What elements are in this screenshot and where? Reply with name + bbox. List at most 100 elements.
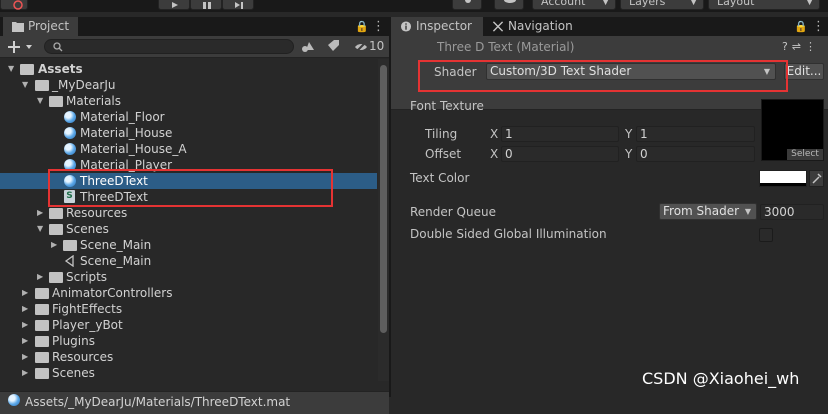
font-texture-slot[interactable]: Select [761, 99, 824, 161]
fold-arrow-right-icon[interactable]: ▶ [51, 237, 57, 253]
tree-item-label: Player_yBot [52, 318, 123, 332]
tree-item-material-player[interactable]: Material_Player [0, 157, 377, 173]
more-menu-icon[interactable]: ⋮ [805, 40, 820, 53]
search-input[interactable] [44, 39, 294, 54]
project-tree[interactable]: ▼ Assets ▼ _MyDearJu ▼ Materials Materia… [0, 59, 377, 381]
tree-item-scene-main-file[interactable]: Scene_Main [0, 253, 377, 269]
cloud-button[interactable] [494, 0, 524, 10]
collab-button[interactable] [452, 0, 482, 10]
tree-item-label: Material_House_A [80, 142, 187, 156]
tree-item-fighteffects[interactable]: ▶ FightEffects [0, 301, 377, 317]
tree-item-scripts[interactable]: ▶ Scripts [0, 269, 377, 285]
render-queue-dropdown[interactable]: From Shader ▼ [659, 203, 757, 220]
tree-item-resources-2[interactable]: ▶ Resources [0, 349, 377, 365]
account-dropdown[interactable]: Account ▼ [532, 0, 616, 10]
lock-icon[interactable]: 🔒 [355, 17, 369, 36]
fold-arrow-down-icon[interactable]: ▼ [37, 221, 43, 237]
more-menu-icon[interactable]: ⋮ [812, 17, 825, 36]
tree-item-mydearju[interactable]: ▼ _MyDearJu [0, 77, 377, 93]
text-color-field[interactable] [759, 170, 807, 187]
tree-item-resources-1[interactable]: ▶ Resources [0, 205, 377, 221]
tree-item-assets[interactable]: ▼ Assets [0, 61, 377, 77]
more-menu-icon[interactable]: ⋮ [372, 17, 385, 36]
folder-icon [35, 80, 49, 91]
tree-item-label: Scenes [66, 222, 109, 236]
folder-icon [35, 368, 49, 379]
tree-item-scene-main-folder[interactable]: ▶ Scene_Main [0, 237, 377, 253]
tree-item-threedtext-material[interactable]: ThreeDText [0, 173, 377, 189]
filter-by-type-icon[interactable] [300, 39, 316, 55]
help-icon[interactable]: ? [782, 40, 792, 53]
tree-item-scenes-2[interactable]: ▶ Scenes [0, 365, 377, 381]
offset-label: Offset [425, 147, 462, 161]
fold-arrow-right-icon[interactable]: ▶ [22, 333, 28, 349]
tree-item-material-house[interactable]: Material_House [0, 125, 377, 141]
tree-item-plugins[interactable]: ▶ Plugins [0, 333, 377, 349]
tree-item-materials[interactable]: ▼ Materials [0, 93, 377, 109]
play-icon [172, 2, 178, 8]
project-panel: Project 🔒 ⋮ 10 ▼ Assets ▼ _MyDearJu ▼ Ma… [0, 17, 389, 414]
preset-icon[interactable]: ⇌ [792, 40, 805, 53]
material-icon [64, 175, 76, 187]
tiling-y-field[interactable]: 1 [636, 126, 755, 142]
layout-dropdown[interactable]: Layout ▼ [708, 0, 820, 10]
eyedropper-icon [812, 173, 822, 184]
fold-arrow-right-icon[interactable]: ▶ [22, 349, 28, 365]
create-plus-icon[interactable] [8, 40, 38, 54]
tiling-label: Tiling [425, 127, 458, 141]
tree-item-material-house-a[interactable]: Material_House_A [0, 141, 377, 157]
tree-item-threedtext-shader[interactable]: S ThreeDText [0, 189, 377, 205]
fold-arrow-right-icon[interactable]: ▶ [22, 365, 28, 381]
fold-arrow-right-icon[interactable]: ▶ [37, 205, 43, 221]
cloud-icon [504, 0, 516, 3]
fold-arrow-right-icon[interactable]: ▶ [37, 269, 43, 285]
fold-arrow-down-icon[interactable]: ▼ [22, 77, 28, 93]
offset-y-field[interactable]: 0 [636, 146, 755, 162]
hidden-packages-icon[interactable] [354, 40, 368, 54]
layers-dropdown[interactable]: Layers ▼ [620, 0, 704, 10]
edit-shader-button[interactable]: Edit... [784, 63, 824, 80]
tree-item-material-floor[interactable]: Material_Floor [0, 109, 377, 125]
play-button[interactable] [158, 0, 190, 10]
unity-scene-icon [64, 255, 74, 267]
eyedropper-button[interactable] [809, 170, 824, 187]
lock-icon[interactable]: 🔒 [794, 17, 808, 36]
folder-icon [49, 224, 63, 235]
pause-button[interactable] [190, 0, 222, 10]
tab-inspector[interactable]: Inspector [391, 17, 483, 36]
inspector-tab-bar: Inspector Navigation 🔒 ⋮ [391, 17, 828, 36]
double-sided-gi-checkbox[interactable] [759, 228, 773, 242]
header-icons: ?⇌⋮ [782, 40, 820, 53]
tiling-x-field[interactable]: 1 [501, 126, 619, 142]
font-texture-label: Font Texture [410, 99, 484, 113]
tree-item-label: Resources [52, 350, 114, 364]
text-color-label: Text Color [410, 171, 470, 185]
render-queue-field[interactable]: 3000 [760, 204, 824, 220]
project-toolbar: 10 [0, 36, 389, 58]
shader-dropdown[interactable]: Custom/3D Text Shader ▼ [486, 63, 776, 80]
fold-arrow-down-icon[interactable]: ▼ [8, 61, 14, 77]
fold-arrow-right-icon[interactable]: ▶ [22, 285, 28, 301]
offset-x-field[interactable]: 0 [501, 146, 619, 162]
select-texture-button[interactable]: Select [787, 149, 823, 160]
fold-arrow-down-icon[interactable]: ▼ [37, 93, 43, 109]
dropdown-arrow-icon: ▼ [744, 207, 751, 216]
tab-project[interactable]: Project [3, 17, 78, 36]
step-button[interactable] [222, 0, 254, 10]
unity-logo-icon[interactable] [0, 0, 28, 10]
fold-arrow-right-icon[interactable]: ▶ [22, 317, 28, 333]
main-toolbar: Account ▼ Layers ▼ Layout ▼ [0, 0, 828, 12]
filter-by-label-icon[interactable] [327, 39, 341, 55]
fold-arrow-right-icon[interactable]: ▶ [22, 301, 28, 317]
offset-y-label: Y [625, 147, 633, 161]
folder-icon [12, 22, 24, 32]
shader-value: Custom/3D Text Shader [490, 64, 632, 78]
scrollbar-thumb[interactable] [380, 65, 387, 333]
tree-item-label: ThreeDText [80, 190, 148, 204]
tree-item-player-ybot[interactable]: ▶ Player_yBot [0, 317, 377, 333]
material-icon [64, 159, 76, 171]
tree-item-animatorcontrollers[interactable]: ▶ AnimatorControllers [0, 285, 377, 301]
tab-navigation[interactable]: Navigation [483, 17, 575, 36]
project-vertical-scrollbar[interactable] [378, 59, 389, 381]
tree-item-scenes-1[interactable]: ▼ Scenes [0, 221, 377, 237]
